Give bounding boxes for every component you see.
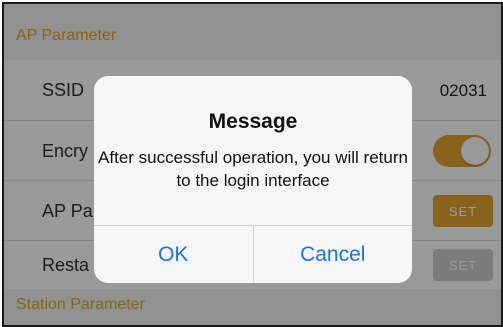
cancel-button[interactable]: Cancel [252, 226, 413, 283]
app-screen: AP Parameter SSID 02031 Encry AP Pa SET … [2, 2, 503, 327]
ok-button[interactable]: OK [94, 226, 253, 283]
dialog-message: After successful operation, you will ret… [98, 148, 408, 190]
message-dialog: Message After successful operation, you … [94, 76, 412, 283]
dialog-button-bar: OK Cancel [94, 225, 412, 283]
dialog-title: Message [208, 110, 298, 133]
